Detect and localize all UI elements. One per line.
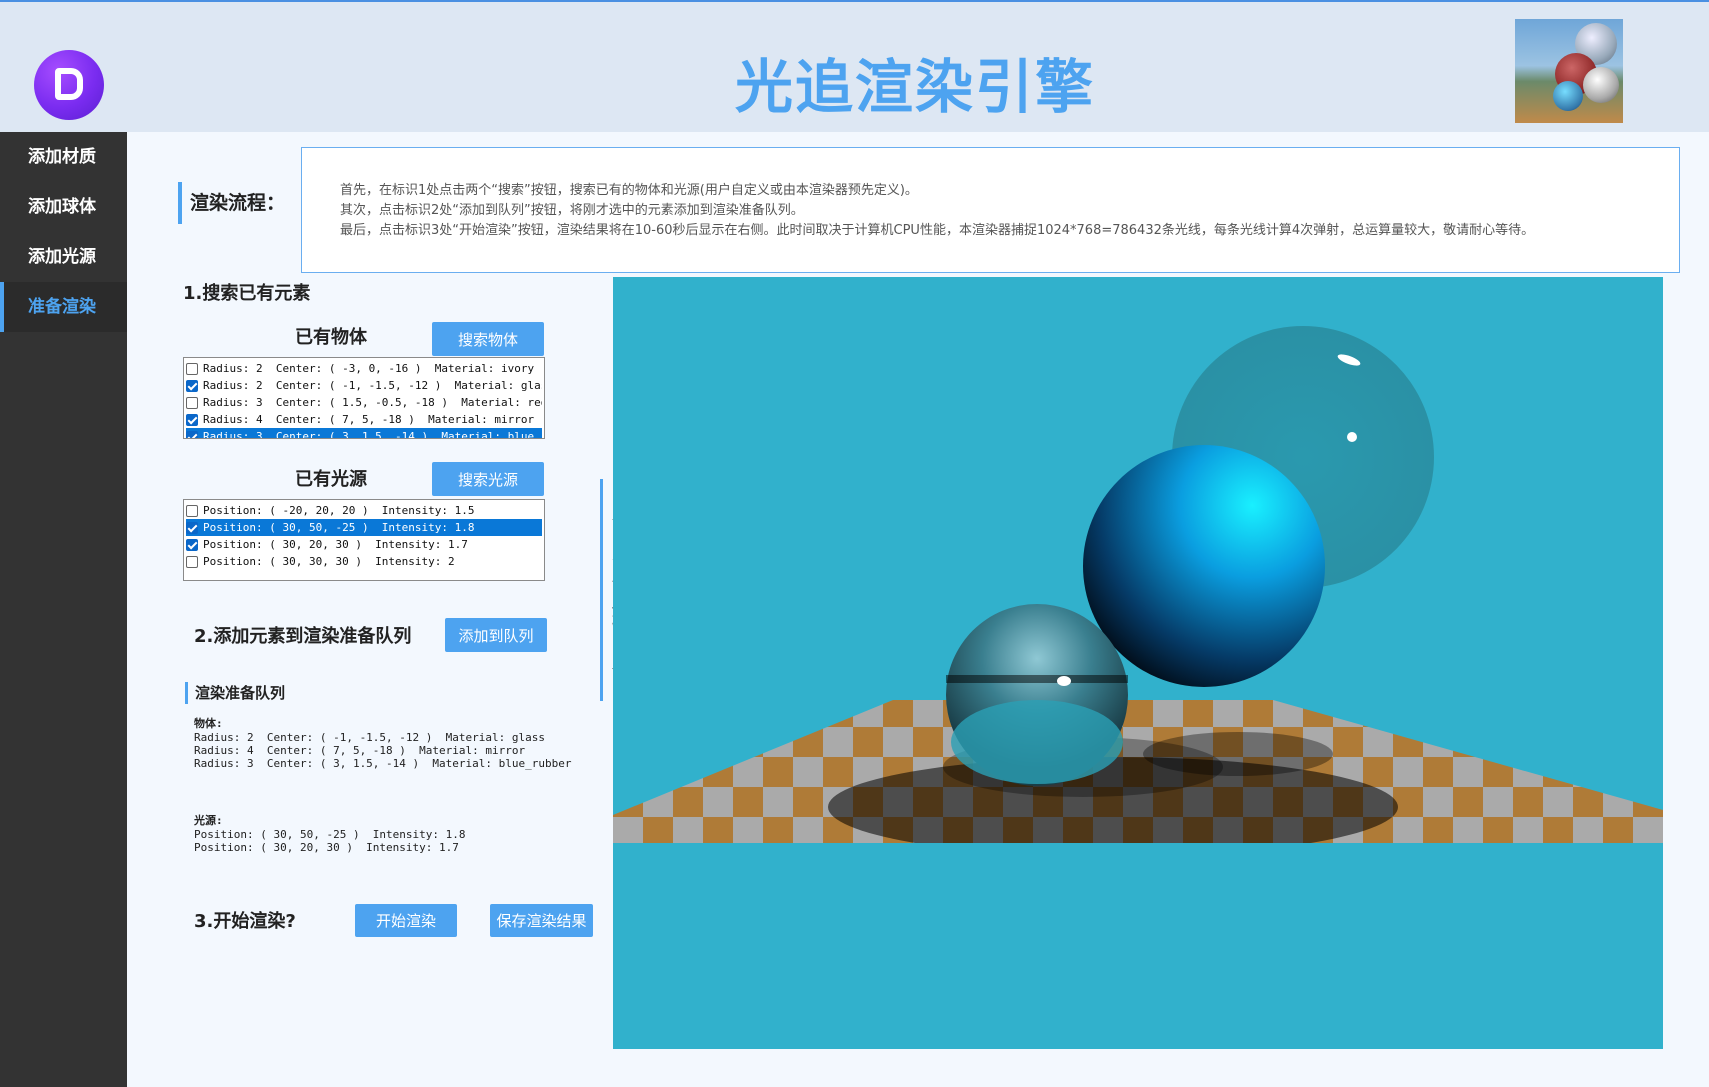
step3-title: 3.开始渲染?: [194, 911, 296, 932]
object-option[interactable]: Radius: 4 Center: ( 7, 5, -18 ) Material…: [186, 411, 542, 428]
light-option[interactable]: Position: ( -20, 20, 20 ) Intensity: 1.5: [186, 502, 542, 519]
object-option[interactable]: Radius: 3 Center: ( 1.5, -0.5, -18 ) Mat…: [186, 394, 542, 411]
queue-object-line: Radius: 4 Center: ( 7, 5, -18 ) Material…: [194, 744, 526, 757]
sidebar-item-add-sphere[interactable]: 添加球体: [0, 182, 127, 232]
queue-object-line: Radius: 2 Center: ( -1, -1.5, -12 ) Mate…: [194, 731, 545, 744]
sidebar-item-add-light[interactable]: 添加光源: [0, 232, 127, 282]
flow-line: 最后，点击标识3处“开始渲染”按钮，渲染结果将在10-60秒后显示在右侧。此时间…: [340, 223, 1535, 238]
flow-description: 首先，在标识1处点击两个“搜索”按钮，搜索已有的物体和光源(用户自定义或由本渲染…: [301, 147, 1680, 273]
lights-listbox[interactable]: Position: ( -20, 20, 20 ) Intensity: 1.5…: [183, 499, 545, 581]
queue-lights-head: 光源:: [194, 814, 223, 827]
sidebar: 添加材质 添加球体 添加光源 准备渲染: [0, 132, 127, 1087]
object-option[interactable]: Radius: 2 Center: ( -3, 0, -16 ) Materia…: [186, 360, 542, 377]
flow-line: 其次，点击标识2处“添加到队列”按钮，将刚才选中的元素添加到渲染准备队列。: [340, 203, 804, 218]
object-option[interactable]: Radius: 2 Center: ( -1, -1.5, -12 ) Mate…: [186, 377, 542, 394]
checker-floor: [613, 700, 1663, 857]
light-option[interactable]: Position: ( 30, 50, -25 ) Intensity: 1.8: [186, 519, 542, 536]
lights-label: 已有光源: [295, 469, 367, 490]
header: 光追渲染引擎: [0, 0, 1709, 132]
queue-light-line: Position: ( 30, 50, -25 ) Intensity: 1.8: [194, 828, 466, 841]
page-title: 光追渲染引擎: [734, 53, 1095, 121]
checkbox[interactable]: [186, 430, 198, 438]
light-option[interactable]: Position: ( 30, 30, 30 ) Intensity: 2: [186, 553, 542, 570]
sidebar-item-add-material[interactable]: 添加材质: [0, 132, 127, 182]
object-option-text: Radius: 3 Center: ( 1.5, -0.5, -18 ) Mat…: [203, 396, 542, 409]
checkbox[interactable]: [186, 396, 198, 409]
checkbox[interactable]: [186, 521, 198, 534]
object-option[interactable]: Radius: 3 Center: ( 3, 1.5, -14 ) Materi…: [186, 428, 542, 439]
light-option-text: Position: ( -20, 20, 20 ) Intensity: 1.5: [203, 504, 475, 517]
background-lower: [613, 843, 1663, 1049]
blue-rubber-sphere: [1083, 445, 1325, 687]
object-option-text: Radius: 4 Center: ( 7, 5, -18 ) Material…: [203, 413, 535, 426]
queue-label: 渲染准备队列: [185, 682, 285, 704]
light-option-text: Position: ( 30, 20, 30 ) Intensity: 1.7: [203, 538, 468, 551]
specular-highlight: [1347, 432, 1357, 442]
light-option-text: Position: ( 30, 50, -25 ) Intensity: 1.8: [203, 521, 475, 534]
checkbox[interactable]: [186, 504, 198, 517]
checkbox[interactable]: [186, 555, 198, 568]
thumbnail-sphere: [1553, 81, 1583, 111]
objects-label: 已有物体: [295, 327, 367, 348]
add-to-queue-button[interactable]: 添加到队列: [445, 618, 547, 652]
app-root: 光追渲染引擎 添加材质 添加球体 添加光源 准备渲染 渲染流程： 首先，在标识1…: [0, 0, 1709, 1087]
result-divider: [600, 479, 603, 701]
thumbnail-sphere: [1583, 67, 1619, 103]
main-content: 渲染流程： 首先，在标识1处点击两个“搜索”按钮，搜索已有的物体和光源(用户自定…: [127, 132, 1709, 1087]
queue-light-line: Position: ( 30, 20, 30 ) Intensity: 1.7: [194, 841, 459, 854]
render-scene: [613, 326, 1663, 1049]
checkbox[interactable]: [186, 379, 198, 392]
object-option-text: Radius: 2 Center: ( -1, -1.5, -12 ) Mate…: [203, 379, 542, 392]
specular-highlight: [1057, 676, 1071, 686]
object-option-text: Radius: 2 Center: ( -3, 0, -16 ) Materia…: [203, 362, 535, 375]
step2-title: 2.添加元素到渲染准备队列: [194, 626, 412, 647]
light-option-text: Position: ( 30, 30, 30 ) Intensity: 2: [203, 555, 455, 568]
raytrace-thumbnail-icon: [1515, 19, 1623, 123]
flow-line: 首先，在标识1处点击两个“搜索”按钮，搜索已有的物体和光源(用户自定义或由本渲染…: [340, 183, 918, 198]
save-render-button[interactable]: 保存渲染结果: [490, 904, 593, 937]
start-render-button[interactable]: 开始渲染: [355, 904, 457, 937]
search-objects-button[interactable]: 搜索物体: [432, 322, 544, 356]
checkbox[interactable]: [186, 413, 198, 426]
sidebar-item-prepare-render[interactable]: 准备渲染: [0, 282, 127, 332]
checkbox[interactable]: [186, 362, 198, 375]
reflection-band: [946, 675, 1128, 683]
flow-label: 渲染流程：: [178, 182, 285, 224]
search-lights-button[interactable]: 搜索光源: [432, 462, 544, 496]
checkbox[interactable]: [186, 538, 198, 551]
object-option-text: Radius: 3 Center: ( 3, 1.5, -14 ) Materi…: [203, 430, 542, 439]
objects-listbox[interactable]: Radius: 2 Center: ( -3, 0, -16 ) Materia…: [183, 357, 545, 439]
refraction-area: [951, 700, 1123, 784]
queue-object-line: Radius: 3 Center: ( 3, 1.5, -14 ) Materi…: [194, 757, 572, 770]
render-result-image: [613, 277, 1663, 1049]
step1-title: 1.搜索已有元素: [183, 283, 311, 304]
light-option[interactable]: Position: ( 30, 20, 30 ) Intensity: 1.7: [186, 536, 542, 553]
queue-objects-head: 物体:: [194, 717, 223, 730]
